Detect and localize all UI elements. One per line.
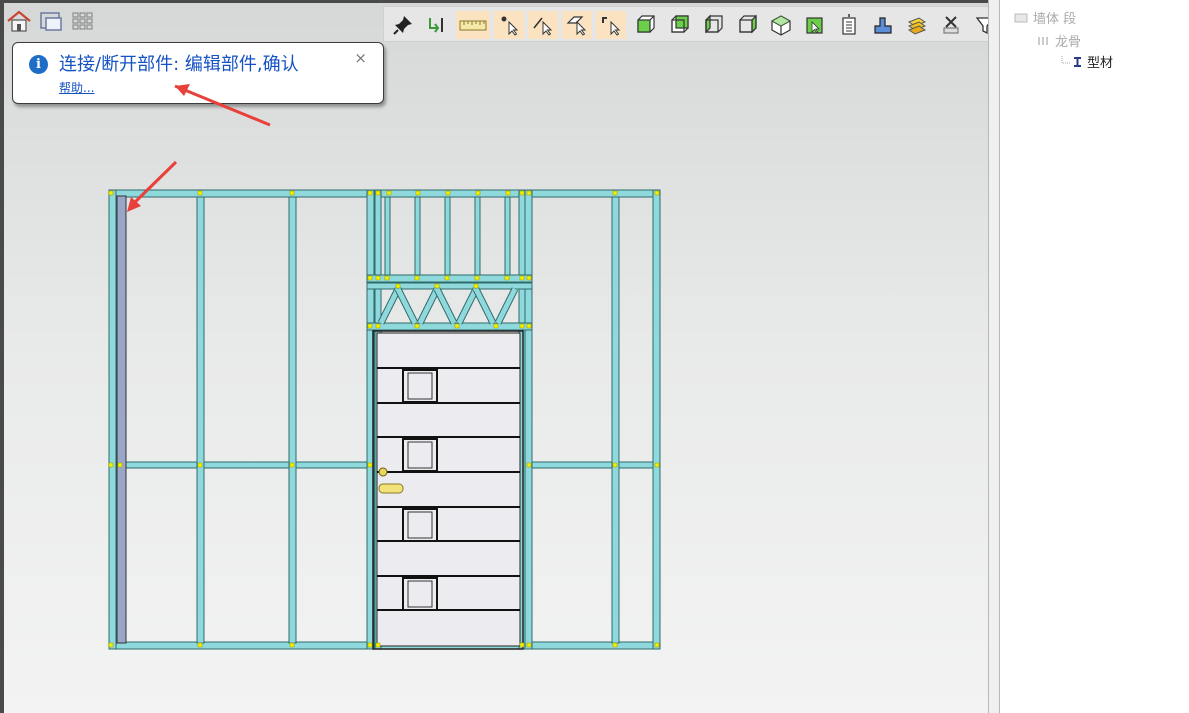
cripple-stud: [414, 196, 421, 276]
joint-marker: [384, 275, 390, 281]
joint-marker: [473, 283, 479, 289]
tree-item-wall-segment[interactable]: 墙体 段: [1014, 8, 1076, 27]
joint-marker: [367, 190, 373, 196]
joint-marker: [526, 275, 532, 281]
stud: [288, 196, 297, 644]
tree-connector-icon: [1061, 55, 1081, 67]
header-bottom: [366, 322, 533, 331]
joint-marker: [197, 642, 203, 648]
cripple-stud: [474, 196, 481, 276]
joint-marker: [197, 190, 203, 196]
joint-marker: [414, 275, 420, 281]
joint-marker: [375, 275, 381, 281]
cripple-stud: [384, 196, 391, 276]
joint-marker: [367, 323, 373, 329]
tree-item-profile[interactable]: 型材: [1060, 52, 1113, 71]
stud: [611, 196, 620, 644]
tree-item-label: 龙骨: [1055, 35, 1082, 50]
joint-marker: [386, 190, 392, 196]
door-lock: [378, 467, 388, 477]
stud-left-outer: [108, 189, 117, 650]
truss-diagonal: [395, 287, 418, 325]
tree-item-label: 型材: [1087, 56, 1114, 71]
header-beam: [366, 282, 533, 290]
stud-right-outer: [652, 189, 661, 650]
truss-diagonal: [434, 287, 457, 325]
joint-marker: [375, 642, 381, 648]
joint-marker: [367, 642, 373, 648]
joint-marker: [519, 190, 525, 196]
door-handle: [378, 483, 404, 494]
joint-marker: [117, 462, 123, 468]
joint-marker: [289, 642, 295, 648]
studs-icon: [1038, 36, 1048, 45]
joint-marker: [526, 462, 532, 468]
joint-marker: [654, 642, 660, 648]
truss-diagonal: [417, 287, 440, 325]
joint-marker: [504, 275, 510, 281]
cripple-stud: [444, 196, 451, 276]
joint-marker: [612, 462, 618, 468]
stud-selected: [116, 195, 127, 644]
joint-marker: [526, 323, 532, 329]
joint-marker: [519, 642, 525, 648]
truss-diagonal: [456, 287, 479, 325]
joint-marker: [454, 323, 460, 329]
top-plate: [108, 189, 661, 198]
joint-marker: [444, 275, 450, 281]
joint-marker: [475, 190, 481, 196]
joint-marker: [367, 462, 373, 468]
joint-marker: [367, 275, 373, 281]
joint-marker: [415, 190, 421, 196]
wall-segment-icon: [1014, 13, 1028, 22]
joint-marker: [654, 462, 660, 468]
cripple-stud: [504, 196, 511, 276]
joint-marker: [289, 462, 295, 468]
joint-marker: [108, 462, 114, 468]
tree-item-studs[interactable]: 龙骨: [1036, 31, 1081, 50]
door[interactable]: [372, 330, 524, 650]
nogging-right: [526, 461, 661, 469]
joint-marker: [526, 642, 532, 648]
joint-marker: [108, 642, 114, 648]
joint-marker: [474, 275, 480, 281]
annotation-arrow-tooltip: [174, 84, 271, 127]
panel-splitter[interactable]: [988, 0, 1000, 713]
joint-marker: [289, 190, 295, 196]
joint-marker: [493, 323, 499, 329]
jamb-stud-right-outer: [524, 189, 533, 650]
joint-marker: [434, 283, 440, 289]
joint-marker: [519, 323, 525, 329]
nogging-left: [108, 461, 369, 469]
joint-marker: [414, 323, 420, 329]
truss-diagonal: [378, 287, 401, 325]
structure-tree: 墙体 段 龙骨 型材: [1000, 0, 1189, 713]
joint-marker: [612, 190, 618, 196]
joint-marker: [612, 642, 618, 648]
tree-item-label: 墙体 段: [1033, 12, 1077, 27]
wall-frame-drawing[interactable]: [0, 0, 988, 713]
joint-marker: [375, 190, 381, 196]
joint-marker: [375, 323, 381, 329]
joint-marker: [526, 190, 532, 196]
stud: [196, 196, 205, 644]
joint-marker: [108, 190, 114, 196]
joint-marker: [395, 283, 401, 289]
annotation-arrow-stud: [130, 160, 178, 207]
truss-diagonal: [495, 287, 518, 325]
joint-marker: [505, 190, 511, 196]
joint-marker: [519, 275, 525, 281]
joint-marker: [445, 190, 451, 196]
joint-marker: [197, 462, 203, 468]
joint-marker: [654, 190, 660, 196]
truss-diagonal: [473, 287, 496, 325]
